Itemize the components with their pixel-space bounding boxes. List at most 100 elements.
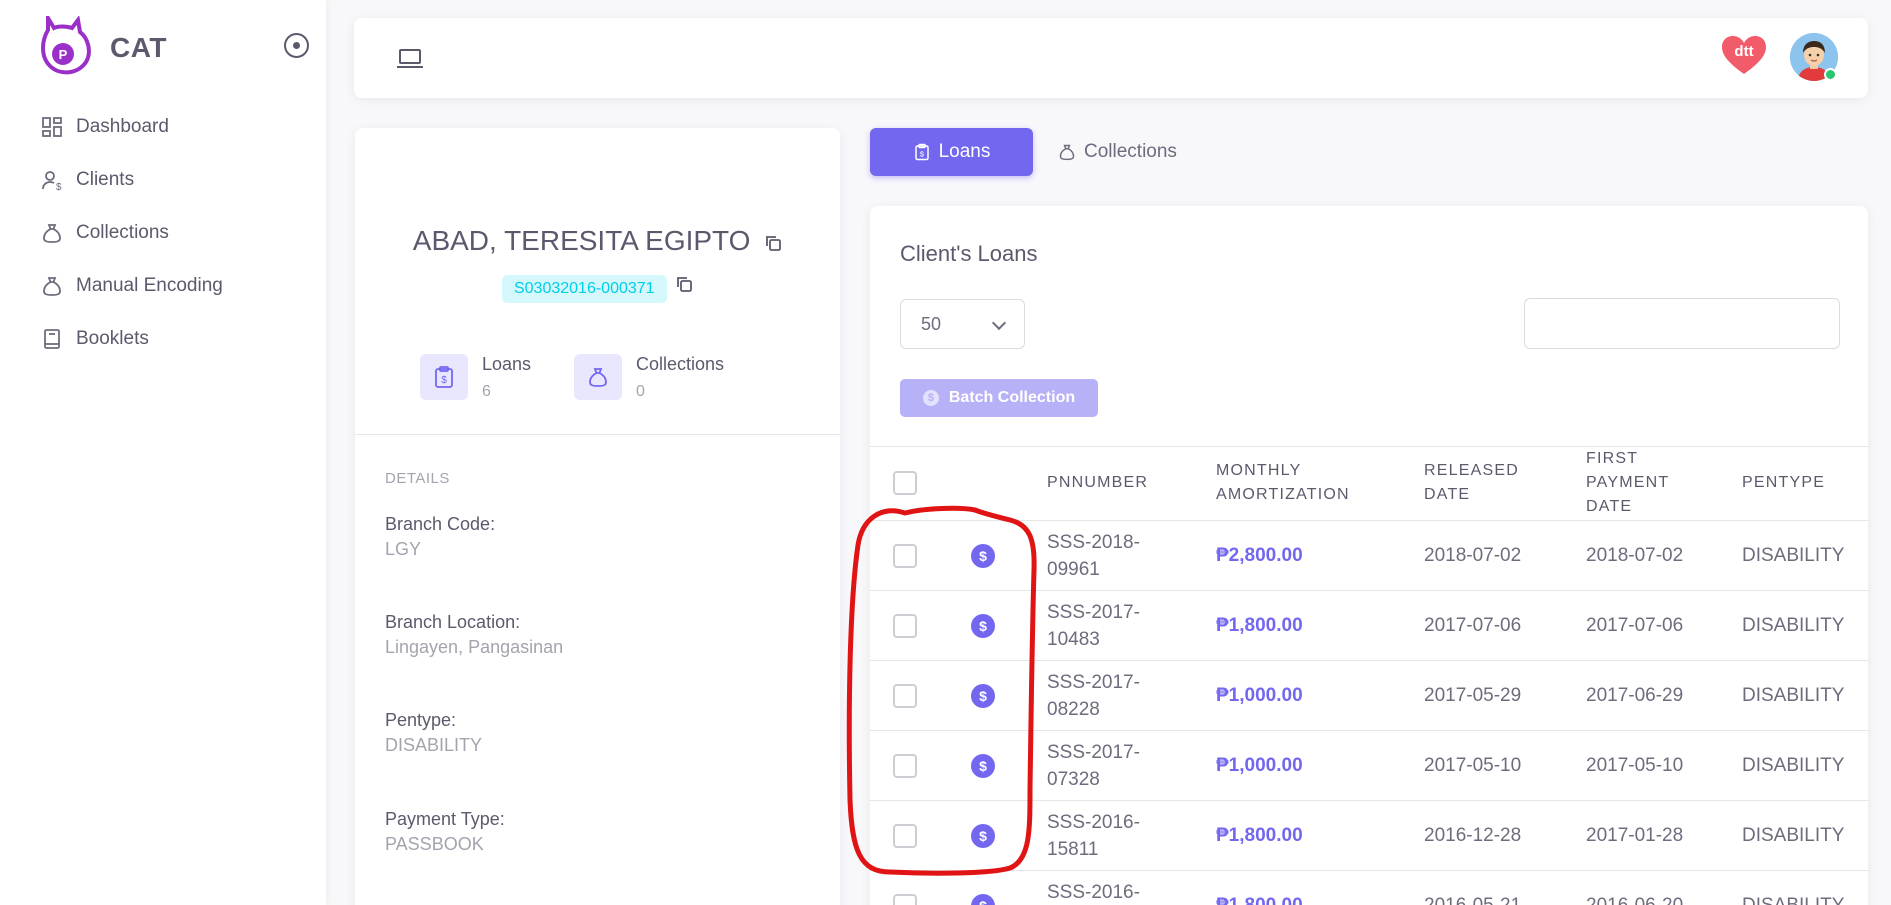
page-size-select[interactable]: 50 xyxy=(900,299,1025,349)
sidebar-item-dashboard[interactable]: Dashboard xyxy=(40,100,310,153)
cell-first-payment-date: 2017-01-28 xyxy=(1586,825,1684,846)
page-size-value: 50 xyxy=(921,313,942,334)
search-input[interactable] xyxy=(1524,298,1840,349)
dollar-coin-icon[interactable]: $ xyxy=(971,684,995,708)
cell-released-date: 2018-07-02 xyxy=(1424,545,1522,566)
select-all-checkbox[interactable] xyxy=(893,471,917,495)
cell-pnnumber: SSS-2016- xyxy=(1047,882,1140,903)
copy-icon[interactable] xyxy=(675,275,693,293)
table-row[interactable]: $ SSS-2017- 08228 ₱1,000.00 2017-05-29 2017-0… xyxy=(870,661,1868,731)
cell-monthly-amortization: ₱2,800.00 xyxy=(1216,545,1303,566)
laptop-icon[interactable] xyxy=(396,48,424,70)
online-status-dot xyxy=(1824,68,1837,81)
table-row[interactable]: $ SSS-2016- 15811 ₱1,800.00 2016-12-28 2017-0… xyxy=(870,801,1868,871)
sidebar-item-booklets[interactable]: Booklets xyxy=(40,312,310,365)
cell-first-payment-date: 2018-07-02 xyxy=(1586,545,1684,566)
batch-collection-button[interactable]: $ Batch Collection xyxy=(900,379,1098,417)
copy-icon[interactable] xyxy=(764,234,782,252)
tab-label: Collections xyxy=(1084,141,1177,162)
dollar-coin-icon[interactable]: $ xyxy=(971,894,995,905)
detail-label: Payment Type: xyxy=(385,809,505,829)
row-checkbox[interactable] xyxy=(893,614,917,638)
cell-pentype: DISABILITY xyxy=(1742,615,1845,636)
sidebar-item-label: Manual Encoding xyxy=(76,274,223,296)
dashboard-icon xyxy=(40,115,64,139)
svg-text:$: $ xyxy=(441,375,447,386)
divider xyxy=(355,434,840,435)
sidebar-item-collections[interactable]: Collections xyxy=(40,206,310,259)
dollar-coin-icon[interactable]: $ xyxy=(971,614,995,638)
clients-icon: $ xyxy=(40,168,64,192)
client-name: ABAD, TERESITA EGIPTO xyxy=(412,225,751,256)
column-header-pnnumber: PNNUMBER xyxy=(1047,474,1149,491)
cell-monthly-amortization: ₱1,000.00 xyxy=(1216,685,1303,706)
cell-released-date: 2016-05-21 xyxy=(1424,892,1521,905)
detail-branch-location: Branch Location: Lingayen, Pangasinan xyxy=(385,612,563,658)
cell-released-date: 2017-05-10 xyxy=(1424,755,1522,776)
svg-text:$: $ xyxy=(920,150,925,159)
cell-released-date: 2017-05-29 xyxy=(1424,685,1522,706)
client-profile-card: ABAD, TERESITA EGIPTO S03032016-000371 $… xyxy=(355,128,840,905)
moneybag-icon xyxy=(574,354,622,400)
stat-value: 0 xyxy=(636,383,645,400)
button-label: Batch Collection xyxy=(948,389,1076,406)
cell-first-payment-date: 2017-07-06 xyxy=(1586,615,1684,636)
brand[interactable]: P CAT xyxy=(36,16,166,78)
cell-pentype: DISABILITY xyxy=(1742,685,1845,706)
moneybag-icon xyxy=(1059,144,1075,161)
client-loans-card: Client's Loans 50 $ Batch Collection PNN… xyxy=(870,206,1868,905)
stat-loans: $ Loans 6 xyxy=(420,354,531,401)
table-header: PNNUMBER MONTHLY AMORTIZATION RELEASED DAT… xyxy=(870,446,1868,521)
detail-value: PASSBOOK xyxy=(385,834,484,854)
row-checkbox[interactable] xyxy=(893,544,917,568)
cell-pnnumber: SSS-2017- 07328 xyxy=(1047,742,1140,790)
column-header-pentype: PENTYPE xyxy=(1742,474,1826,491)
cell-pnnumber: SSS-2018- 09961 xyxy=(1047,532,1140,580)
app-name: CAT xyxy=(110,32,167,63)
dollar-coin-icon[interactable]: $ xyxy=(971,824,995,848)
table-body: $ SSS-2018- 09961 ₱2,800.00 2018-07-02 2018-0… xyxy=(870,521,1868,905)
sidebar-item-manual-encoding[interactable]: Manual Encoding xyxy=(40,259,310,312)
table-row[interactable]: $ SSS-2016- ₱1,800.00 2016-05-21 2016-06-20 D… xyxy=(870,871,1868,905)
svg-text:$: $ xyxy=(56,182,62,191)
cell-pentype: DISABILITY xyxy=(1742,892,1844,905)
dollar-coin-icon[interactable]: $ xyxy=(971,544,995,568)
row-checkbox[interactable] xyxy=(893,824,917,848)
cell-monthly-amortization: ₱1,000.00 xyxy=(1216,755,1303,776)
cell-pnnumber: SSS-2017- 08228 xyxy=(1047,672,1140,720)
cell-pentype: DISABILITY xyxy=(1742,825,1845,846)
detail-label: Branch Code: xyxy=(385,514,496,534)
cell-pentype: DISABILITY xyxy=(1742,755,1845,776)
book-icon xyxy=(40,327,64,351)
row-checkbox[interactable] xyxy=(893,754,917,778)
row-checkbox[interactable] xyxy=(893,894,917,905)
moneybag-icon xyxy=(40,274,64,298)
stat-label: Loans xyxy=(482,354,532,374)
sidebar-item-label: Booklets xyxy=(76,327,149,349)
detail-payment-type: Payment Type: PASSBOOK xyxy=(385,809,505,855)
dollar-coin-icon[interactable]: $ xyxy=(971,754,995,778)
sidebar-toggle-button[interactable] xyxy=(284,33,309,58)
cell-monthly-amortization: ₱1,800.00 xyxy=(1216,892,1303,905)
table-row[interactable]: $ SSS-2017- 10483 ₱1,800.00 2017-07-06 2017-0… xyxy=(870,591,1868,661)
tab-loans[interactable]: $ Loans xyxy=(870,128,1033,176)
moneybag-icon xyxy=(40,221,64,245)
dtt-heart-logo[interactable]: dtt xyxy=(1720,34,1768,76)
svg-text:dtt: dtt xyxy=(1734,43,1753,60)
card-title: Client's Loans xyxy=(900,241,1038,266)
table-row[interactable]: $ SSS-2018- 09961 ₱2,800.00 2018-07-02 2018-0… xyxy=(870,521,1868,591)
app-logo-icon: P xyxy=(41,16,91,75)
client-name-row: ABAD, TERESITA EGIPTO xyxy=(355,225,840,257)
tab-collections[interactable]: Collections xyxy=(1058,128,1177,176)
sidebar-item-clients[interactable]: $ Clients xyxy=(40,153,310,206)
column-header-released-date: RELEASED DATE xyxy=(1424,462,1519,503)
details-title: DETAILS xyxy=(385,470,450,487)
detail-value: DISABILITY xyxy=(385,735,483,755)
row-checkbox[interactable] xyxy=(893,684,917,708)
sidebar-item-label: Clients xyxy=(76,168,135,190)
table-row[interactable]: $ SSS-2017- 07328 ₱1,000.00 2017-05-10 2017-0… xyxy=(870,731,1868,801)
detail-value: LGY xyxy=(385,539,422,559)
cell-first-payment-date: 2016-06-20 xyxy=(1586,892,1683,905)
cell-pentype: DISABILITY xyxy=(1742,545,1845,566)
loan-document-icon: $ xyxy=(420,354,468,400)
